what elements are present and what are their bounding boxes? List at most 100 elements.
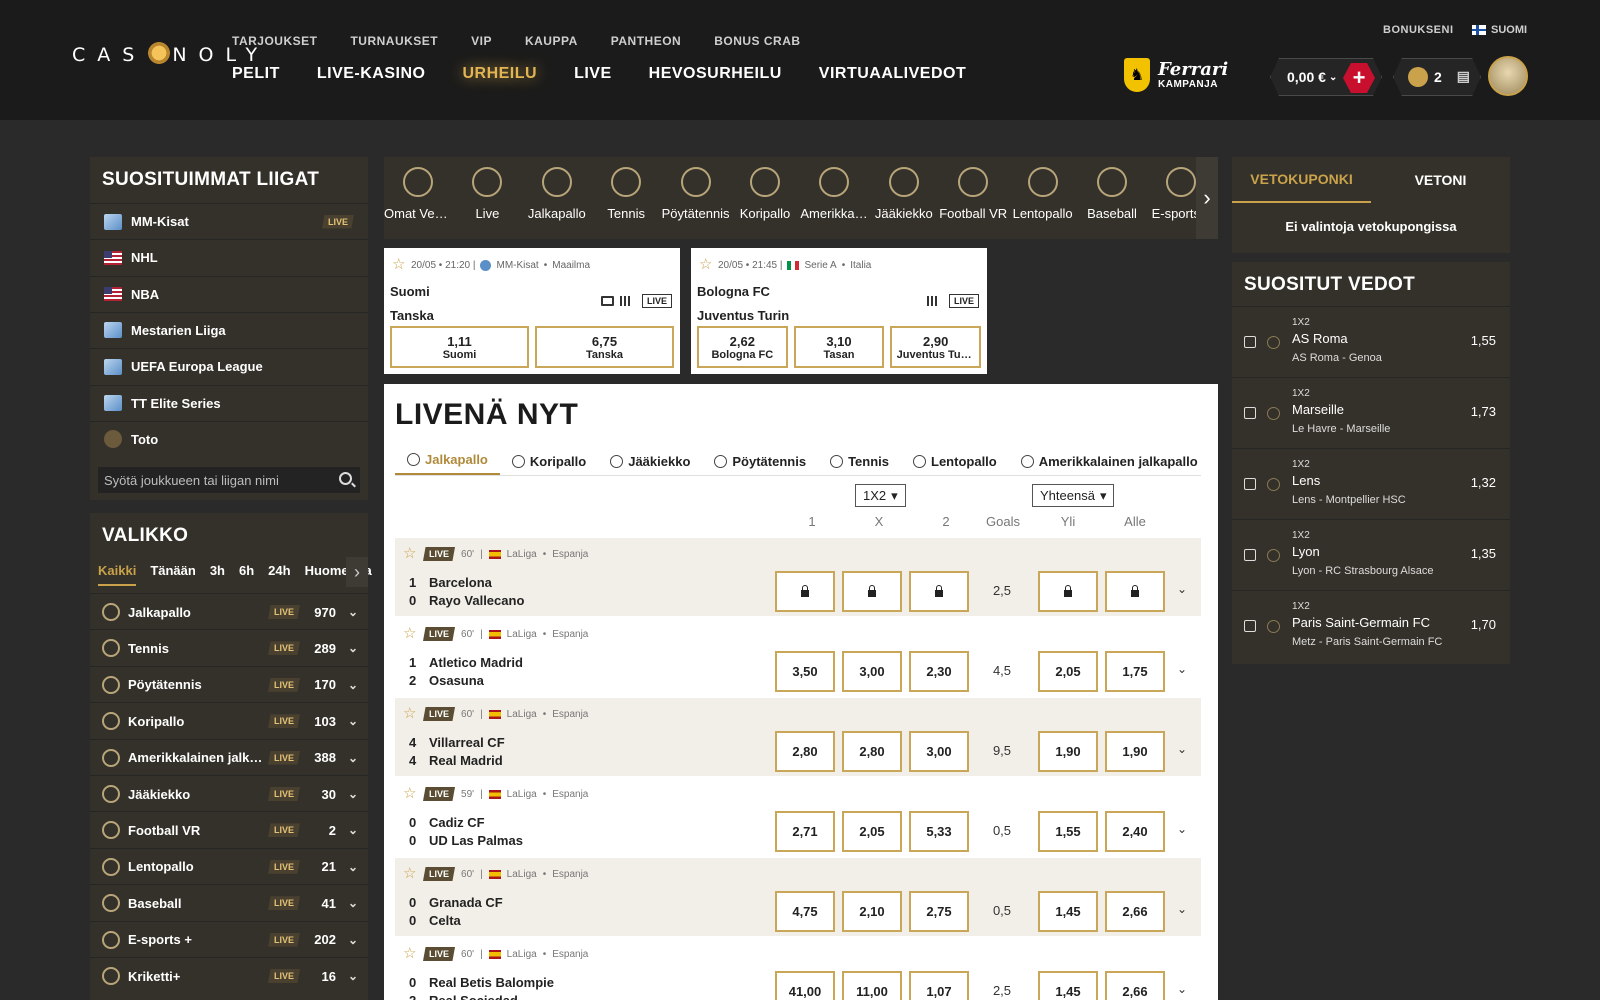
chevron-right-icon[interactable]: › [346,557,368,587]
chevron-down-icon[interactable]: ⌄ [1177,822,1187,836]
chevron-down-icon[interactable]: ⌄ [348,933,358,947]
time-tab[interactable]: 3h [210,563,225,586]
live-sport-tab[interactable]: Tennis [818,446,901,475]
live-sport-tab[interactable]: Jääkiekko [598,446,702,475]
league-item[interactable]: UEFA Europa League [90,348,368,384]
sport-menu-item[interactable]: Jalkapallo LIVE 970 ⌄ [90,593,368,630]
popular-bet-item[interactable]: 1X2 Marseille Le Havre - Marseille 1,73 [1232,377,1510,447]
sport-strip-item[interactable]: Amerikkalainen jalkapallo [800,157,868,239]
odds-button[interactable]: 41,00 [775,971,835,1000]
time-tab[interactable]: 6h [239,563,254,586]
tab-betslip[interactable]: VETOKUPONKI [1232,157,1371,203]
sport-strip-item[interactable]: Lentopallo [1009,157,1077,239]
featured-match-card[interactable]: ☆ 20/05 • 21:45 | Serie A • Italia Bologna FC… [691,248,987,374]
main-nav-item[interactable]: HEVOSURHEILU [649,65,782,83]
team-league-search[interactable]: Syötä joukkueen tai liigan nimi [98,467,360,493]
main-nav-item[interactable]: URHEILU [462,65,537,83]
live-match-row[interactable]: ☆ LIVE 60' | LaLiga • Espanja 1 2 Atletico Madrid… [395,618,1201,696]
league-item[interactable]: MM-Kisat LIVE [90,203,368,239]
odds-button[interactable] [1038,571,1098,612]
odds-button[interactable]: 2,10 [842,891,902,932]
bet-checkbox[interactable] [1244,407,1256,419]
odds-button[interactable]: 11,00 [842,971,902,1000]
top-nav-item[interactable]: KAUPPA [525,34,578,48]
live-match-row[interactable]: ☆ LIVE 60' | LaLiga • Espanja 0 0 Granada CF Celta… [395,858,1201,936]
odds-button[interactable]: 2,80 [775,731,835,772]
favorite-star-icon[interactable]: ☆ [403,626,417,641]
market-select-total[interactable]: Yhteensä ▾ [1032,484,1115,507]
odds-button[interactable]: 6,75 Tanska [535,326,674,368]
odds-button[interactable]: 3,10 Tasan [793,326,885,368]
language-selector[interactable]: SUOMI [1472,24,1527,36]
sport-strip-item[interactable]: Jääkiekko [870,157,938,239]
favorite-star-icon[interactable]: ☆ [392,257,406,272]
stats-bars-icon[interactable] [620,296,632,306]
featured-match-card[interactable]: ☆ 20/05 • 21:20 | MM-Kisat • Maailma Suomi Tan… [384,248,680,374]
sport-strip-item[interactable]: Football VR [939,157,1007,239]
sport-strip-item[interactable]: Koripallo [731,157,799,239]
league-item[interactable]: Toto [90,420,368,457]
popular-bet-item[interactable]: 1X2 Lens Lens - Montpellier HSC 1,32 [1232,448,1510,518]
sport-strip-item[interactable]: Tennis [592,157,660,239]
odds-button[interactable]: 2,30 [909,651,969,692]
sport-menu-item[interactable]: Tennis LIVE 289 ⌄ [90,629,368,666]
odds-button[interactable] [775,571,835,612]
bet-checkbox[interactable] [1244,478,1256,490]
chevron-down-icon[interactable]: ⌄ [348,823,358,837]
odds-button[interactable]: 2,90 Juventus Turin [890,326,981,368]
search-input[interactable]: Syötä joukkueen tai liigan nimi [104,473,279,488]
sport-menu-item[interactable]: Amerikkalainen jalkapalloLIVE 388 ⌄ [90,738,368,776]
odds-button[interactable]: 2,62 Bologna FC [697,326,788,368]
odds-button[interactable] [842,571,902,612]
chevron-down-icon[interactable]: ⌄ [348,714,358,728]
odds-button[interactable]: 2,75 [909,891,969,932]
odds-button[interactable]: 1,90 [1105,731,1165,772]
chevron-down-icon[interactable]: ⌄ [348,641,358,655]
user-avatar[interactable] [1488,56,1528,96]
favorite-star-icon[interactable]: ☆ [403,546,417,561]
live-sport-tab[interactable]: Lentopallo [901,446,1009,475]
top-nav-item[interactable]: TURNAUKSET [350,34,438,48]
odds-button[interactable]: 3,00 [909,731,969,772]
odds-button[interactable]: 4,75 [775,891,835,932]
ferrari-promo[interactable]: ♞ Ferrari KAMPANJA [1124,58,1228,92]
main-nav-item[interactable]: LIVE [574,65,612,83]
main-nav-item[interactable]: VIRTUAALIVEDOT [819,65,966,83]
odds-button[interactable]: 1,07 [909,971,969,1000]
market-select-1x2[interactable]: 1X2 ▾ [855,484,906,507]
popular-bet-item[interactable]: 1X2 Lyon Lyon - RC Strasbourg Alsace 1,35 [1232,519,1510,589]
sport-strip-item[interactable]: Baseball [1078,157,1146,239]
time-tab[interactable]: Kaikki [98,563,137,586]
live-match-row[interactable]: ☆ LIVE 60' | LaLiga • Espanja 0 2 Real Betis Balo… [395,938,1201,1000]
coins-balance[interactable]: 2 ▤ [1393,58,1481,96]
chevron-down-icon[interactable]: ⌄ [348,751,358,765]
chevron-down-icon[interactable]: ⌄ [348,787,358,801]
stats-bars-icon[interactable] [927,296,939,306]
odds-button[interactable]: 2,66 [1105,971,1165,1000]
odds-button[interactable]: 2,05 [842,811,902,852]
live-match-row[interactable]: ☆ LIVE 59' | LaLiga • Espanja 0 0 Cadiz CF UD Las … [395,778,1201,856]
sport-menu-item[interactable]: Football VR LIVE 2 ⌄ [90,811,368,848]
sport-menu-item[interactable]: Pöytätennis LIVE 170 ⌄ [90,665,368,703]
top-nav-item[interactable]: VIP [471,34,492,48]
odds-button[interactable]: 2,66 [1105,891,1165,932]
live-sport-tab[interactable]: Jalkapallo [395,446,500,475]
deposit-button[interactable]: + [1343,63,1375,93]
live-sport-tab[interactable]: Koripallo [500,446,598,475]
league-item[interactable]: Mestarien Liiga [90,311,368,348]
league-item[interactable]: NHL [90,239,368,275]
chevron-down-icon[interactable]: ⌄ [1177,902,1187,916]
sport-strip-item[interactable]: Omat Vedot [384,157,452,239]
league-item[interactable]: TT Elite Series [90,384,368,421]
sport-menu-item[interactable]: Kriketti+ LIVE 16 ⌄ [90,957,368,994]
chevron-down-icon[interactable]: ⌄ [1177,742,1187,756]
chevron-down-icon[interactable]: ⌄ [348,860,358,874]
chevron-down-icon[interactable]: ⌄ [348,605,358,619]
odds-button[interactable]: 3,50 [775,651,835,692]
main-nav-item[interactable]: LIVE-KASINO [317,65,426,83]
sport-menu-item[interactable]: Baseball LIVE 41 ⌄ [90,884,368,921]
sport-menu-item[interactable]: E-sports + LIVE 202 ⌄ [90,920,368,958]
top-nav-item[interactable]: TARJOUKSET [232,34,317,48]
chevron-down-icon[interactable]: ⌄ [348,896,358,910]
time-tab[interactable]: 24h [268,563,290,586]
